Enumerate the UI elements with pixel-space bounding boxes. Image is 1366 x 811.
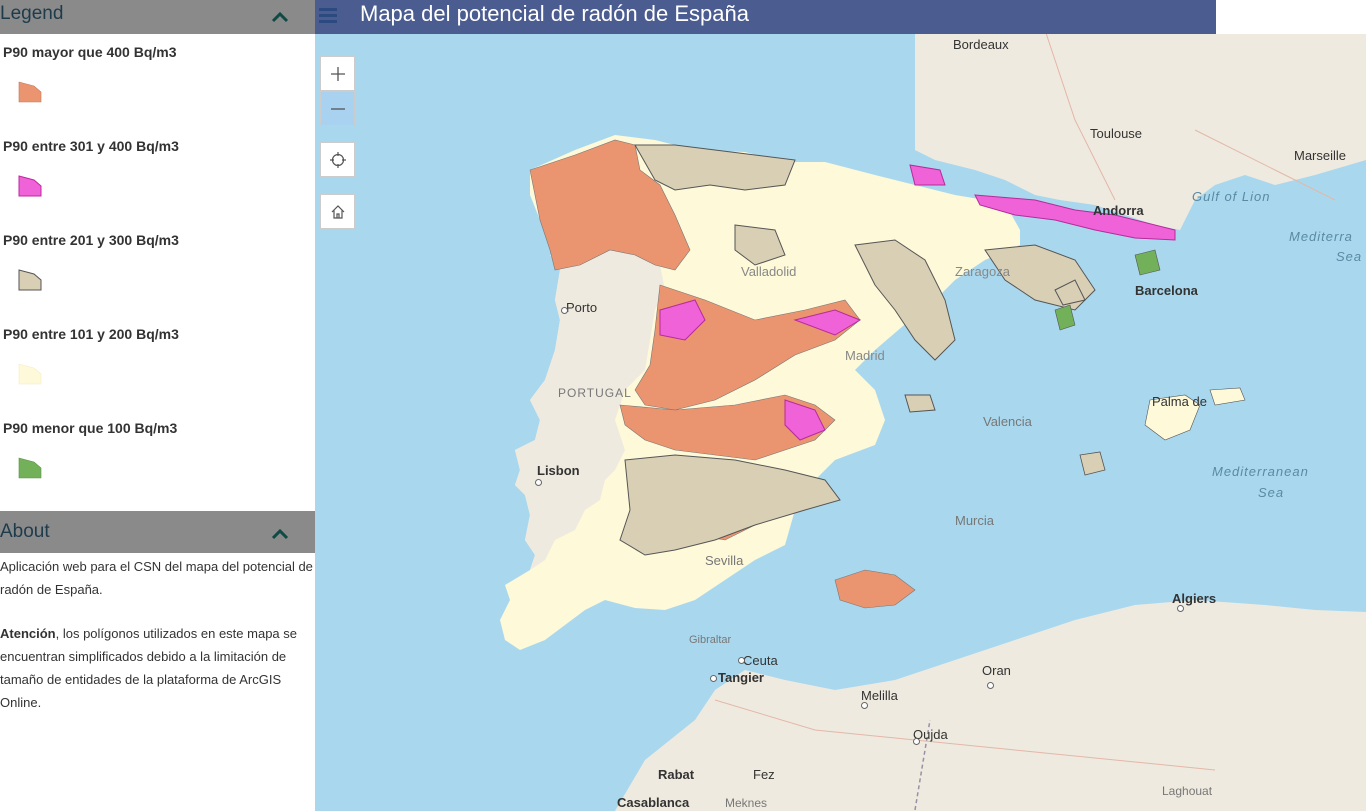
left-panel: Legend P90 mayor que 400 Bq/m3 P90 entre… bbox=[0, 0, 315, 811]
city-dot bbox=[710, 675, 717, 682]
legend-swatch-icon bbox=[18, 81, 42, 103]
map-label-murcia: Murcia bbox=[955, 513, 995, 528]
map-label-sevilla: Sevilla bbox=[705, 553, 744, 568]
map-label-gibraltar: Gibraltar bbox=[689, 634, 732, 646]
map-label-toulouse: Toulouse bbox=[1090, 126, 1143, 141]
map-label-mediterranean: Mediterranean bbox=[1212, 464, 1309, 479]
menu-icon[interactable] bbox=[319, 5, 337, 25]
map-label-mediterra: Mediterra bbox=[1289, 229, 1353, 244]
map-label-tangier: Tangier bbox=[718, 670, 764, 685]
map-label-fez: Fez bbox=[753, 767, 775, 782]
about-paragraph: Atención, los polígonos utilizados en es… bbox=[0, 622, 315, 714]
map-label-ceuta: Ceuta bbox=[743, 653, 778, 668]
map-label-melilla: Melilla bbox=[861, 688, 898, 703]
legend-item: P90 mayor que 400 Bq/m3 bbox=[0, 34, 315, 128]
zone-low bbox=[1134, 249, 1161, 276]
legend-header[interactable]: Legend bbox=[0, 0, 315, 34]
legend-item-label: P90 entre 201 y 300 Bq/m3 bbox=[3, 232, 179, 248]
map-label-meknes: Meknes bbox=[725, 796, 768, 810]
map-label-zaragoza: Zaragoza bbox=[955, 264, 1010, 279]
map-label-madrid: Madrid bbox=[845, 348, 885, 363]
legend-item: P90 entre 101 y 200 Bq/m3 bbox=[0, 316, 315, 410]
map-label-bordeaux: Bordeaux bbox=[953, 37, 1009, 52]
map-view[interactable]: Bordeaux Toulouse Marseille Gulf of Lion… bbox=[315, 0, 1366, 811]
city-dot bbox=[738, 657, 745, 664]
legend-item-label: P90 entre 301 y 400 Bq/m3 bbox=[3, 138, 179, 154]
map-label-casablanca: Casablanca bbox=[617, 795, 690, 810]
zone-high bbox=[834, 569, 916, 609]
map-label-andorra: Andorra bbox=[1093, 203, 1144, 218]
page-title: Mapa del potencial de radón de España bbox=[360, 1, 749, 26]
plus-icon bbox=[331, 67, 345, 81]
map-label-barcelona: Barcelona bbox=[1135, 283, 1198, 298]
zoom-out-button[interactable] bbox=[320, 91, 355, 126]
map-label-algiers: Algiers bbox=[1172, 591, 1217, 606]
legend-item: P90 menor que 100 Bq/m3 bbox=[0, 410, 315, 504]
city-dot bbox=[987, 682, 994, 689]
city-dot bbox=[1177, 605, 1184, 612]
map-label-sea: Sea bbox=[1258, 485, 1285, 500]
about-paragraph: Aplicación web para el CSN del mapa del … bbox=[0, 559, 313, 597]
city-dot bbox=[561, 307, 568, 314]
africa-land bbox=[615, 600, 1366, 811]
map-label-oran: Oran bbox=[982, 663, 1011, 678]
legend-swatch-icon bbox=[18, 175, 42, 197]
about-content: Aplicación web para el CSN del mapa del … bbox=[0, 553, 315, 735]
map-label-valencia: Valencia bbox=[983, 414, 1032, 429]
header-right-area bbox=[1216, 0, 1366, 34]
crosshair-icon bbox=[330, 152, 346, 168]
map-label-valladolid: Valladolid bbox=[741, 264, 797, 279]
map-label-laghouat: Laghouat bbox=[1162, 784, 1213, 798]
legend-item-label: P90 mayor que 400 Bq/m3 bbox=[3, 44, 177, 60]
legend-list: P90 mayor que 400 Bq/m3 P90 entre 301 y … bbox=[0, 34, 315, 504]
legend-item-label: P90 entre 101 y 200 Bq/m3 bbox=[3, 326, 179, 342]
home-button[interactable] bbox=[320, 194, 355, 229]
legend-item: P90 entre 201 y 300 Bq/m3 bbox=[0, 222, 315, 316]
legend-title: Legend bbox=[0, 3, 64, 24]
map-label-palma: Palma de bbox=[1152, 394, 1207, 409]
city-dot bbox=[861, 702, 868, 709]
zoom-in-button[interactable] bbox=[320, 56, 355, 91]
chevron-up-icon[interactable] bbox=[271, 525, 289, 543]
locate-button[interactable] bbox=[320, 142, 355, 177]
app-header: Mapa del potencial de radón de España bbox=[315, 0, 1216, 34]
basemap bbox=[500, 0, 1366, 811]
map-label-sea-right: Sea bbox=[1336, 249, 1363, 264]
map-label-lisbon: Lisbon bbox=[537, 463, 580, 478]
map-label-marseille: Marseille bbox=[1294, 148, 1347, 163]
map-label-rabat: Rabat bbox=[658, 767, 695, 782]
about-header[interactable]: About bbox=[0, 511, 315, 553]
map-label-portugal: PORTUGAL bbox=[558, 386, 632, 400]
balearic-menorca bbox=[1209, 387, 1246, 406]
home-icon bbox=[331, 205, 345, 219]
about-title: About bbox=[0, 521, 50, 542]
legend-item-label: P90 menor que 100 Bq/m3 bbox=[3, 420, 178, 436]
legend-item: P90 entre 301 y 400 Bq/m3 bbox=[0, 128, 315, 222]
zone-201-300 bbox=[904, 394, 936, 413]
map-label-gulf-of-lion: Gulf of Lion bbox=[1192, 189, 1271, 204]
about-warning-label: Atención bbox=[0, 626, 56, 641]
city-dot bbox=[913, 738, 920, 745]
minus-icon bbox=[331, 108, 345, 110]
chevron-up-icon[interactable] bbox=[271, 8, 289, 26]
balearic-ibiza bbox=[1079, 451, 1106, 476]
legend-swatch-icon bbox=[18, 269, 42, 291]
legend-swatch-icon bbox=[18, 457, 42, 479]
zone-301-400 bbox=[909, 164, 946, 186]
legend-swatch-icon bbox=[18, 363, 42, 385]
city-dot bbox=[535, 479, 542, 486]
map-label-porto: Porto bbox=[566, 300, 598, 315]
